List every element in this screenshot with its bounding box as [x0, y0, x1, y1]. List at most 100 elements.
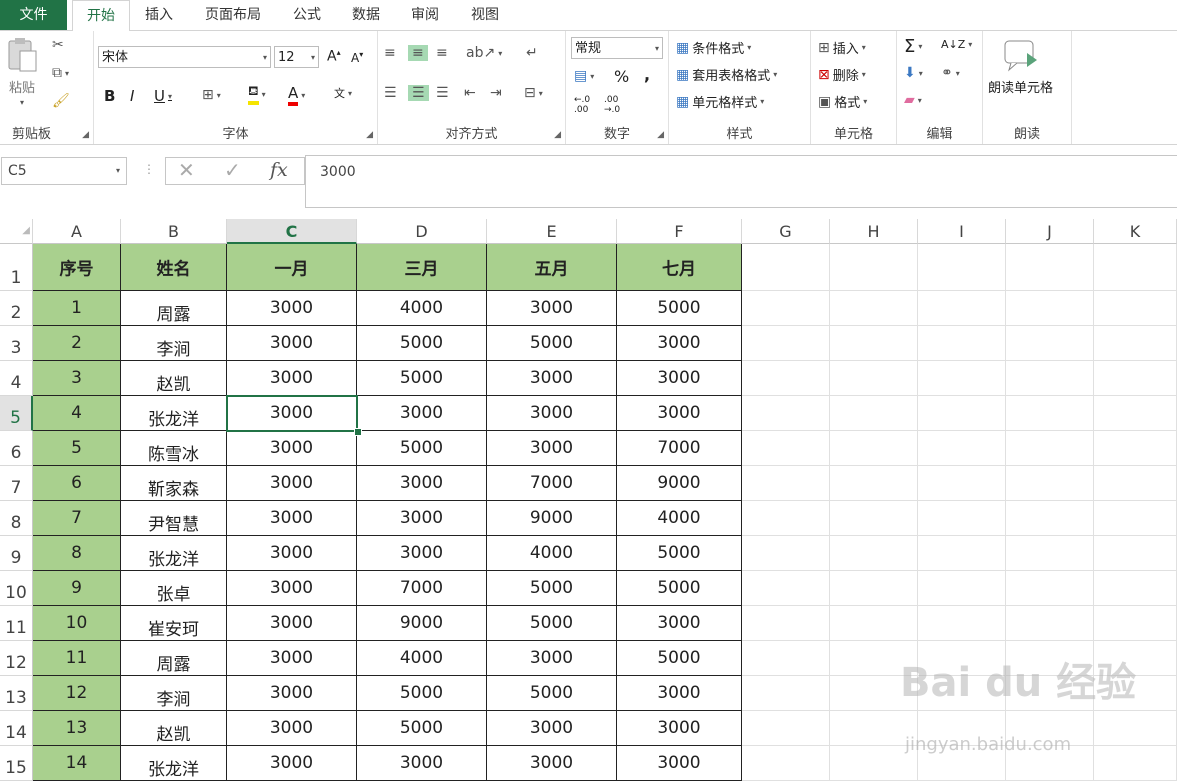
table-cell[interactable]: 3000 [227, 746, 357, 781]
align-middle-button[interactable]: ≡ [408, 45, 428, 61]
table-cell[interactable]: 5000 [357, 361, 487, 396]
table-cell[interactable]: 崔安珂 [121, 606, 227, 641]
empty-cell[interactable] [918, 361, 1006, 396]
number-format-select[interactable]: 常规 ▾ [571, 37, 663, 59]
launcher-icon[interactable]: ◢ [657, 130, 664, 140]
row-header-15[interactable]: 15 [0, 746, 33, 781]
row-header-12[interactable]: 12 [0, 641, 33, 676]
table-cell[interactable]: 13 [33, 711, 121, 746]
table-cell[interactable]: 5000 [487, 571, 617, 606]
empty-cell[interactable] [1094, 711, 1177, 746]
align-top-button[interactable]: ≡ [384, 45, 396, 61]
table-cell[interactable]: 3000 [227, 606, 357, 641]
enter-icon[interactable]: ✓ [224, 158, 241, 182]
table-cell[interactable]: 7000 [487, 466, 617, 501]
table-cell[interactable]: 4000 [357, 641, 487, 676]
table-cell[interactable]: 3000 [487, 396, 617, 431]
table-cell[interactable]: 张龙洋 [121, 746, 227, 781]
row-header-1[interactable]: 1 [0, 244, 33, 291]
table-cell[interactable]: 李涧 [121, 326, 227, 361]
align-center-button[interactable]: ☰ [408, 85, 429, 101]
row-header-3[interactable]: 3 [0, 326, 33, 361]
table-cell[interactable]: 3000 [357, 536, 487, 571]
cell-styles-button[interactable]: ▦ 单元格样式 ▾ [676, 92, 764, 112]
table-cell[interactable]: 12 [33, 676, 121, 711]
table-cell[interactable]: 张龙洋 [121, 536, 227, 571]
table-cell[interactable]: 4000 [617, 501, 742, 536]
table-cell[interactable]: 3000 [227, 536, 357, 571]
table-cell[interactable]: 9000 [487, 501, 617, 536]
empty-cell[interactable] [1006, 361, 1094, 396]
table-cell[interactable]: 9000 [617, 466, 742, 501]
table-header-cell[interactable]: 序号 [33, 244, 121, 291]
table-cell[interactable]: 6 [33, 466, 121, 501]
empty-cell[interactable] [1006, 501, 1094, 536]
column-header-e[interactable]: E [487, 219, 617, 244]
empty-cell[interactable] [742, 676, 830, 711]
table-header-cell[interactable]: 三月 [357, 244, 487, 291]
row-header-5[interactable]: 5 [0, 396, 33, 431]
table-cell[interactable]: 10 [33, 606, 121, 641]
empty-cell[interactable] [918, 396, 1006, 431]
empty-cell[interactable] [742, 711, 830, 746]
table-cell[interactable]: 14 [33, 746, 121, 781]
table-cell[interactable]: 3000 [487, 291, 617, 326]
sort-filter-button[interactable]: A↓Z ▾ [941, 38, 972, 51]
empty-cell[interactable] [918, 466, 1006, 501]
table-cell[interactable]: 3000 [487, 711, 617, 746]
wrap-text-button[interactable]: ↵ [526, 45, 538, 61]
delete-cells-button[interactable]: ⊠ 删除 ▾ [818, 65, 866, 85]
empty-cell[interactable] [918, 571, 1006, 606]
table-cell[interactable]: 李涧 [121, 676, 227, 711]
launcher-icon[interactable]: ◢ [554, 130, 561, 140]
empty-cell[interactable] [1094, 536, 1177, 571]
column-header-f[interactable]: F [617, 219, 742, 244]
empty-cell[interactable] [1006, 466, 1094, 501]
tab-formulas[interactable]: 公式 [283, 0, 331, 30]
row-header-11[interactable]: 11 [0, 606, 33, 641]
select-all-corner[interactable]: ◢ [0, 219, 33, 244]
empty-cell[interactable] [1094, 361, 1177, 396]
row-header-14[interactable]: 14 [0, 711, 33, 746]
empty-cell[interactable] [1094, 431, 1177, 466]
font-name-select[interactable]: 宋体 ▾ [98, 46, 271, 68]
table-cell[interactable]: 5 [33, 431, 121, 466]
table-cell[interactable]: 赵凯 [121, 361, 227, 396]
table-cell[interactable]: 5000 [487, 606, 617, 641]
splitter-dots-icon[interactable]: ⋮ [143, 162, 155, 176]
tab-home[interactable]: 开始 [72, 0, 130, 32]
cancel-icon[interactable]: ✕ [178, 158, 195, 182]
table-cell[interactable]: 尹智慧 [121, 501, 227, 536]
empty-cell[interactable] [1094, 244, 1177, 291]
empty-cell[interactable] [1094, 291, 1177, 326]
increase-decimal-button[interactable]: ←.0.00 [574, 95, 590, 115]
tab-page-layout[interactable]: 页面布局 [196, 0, 270, 30]
empty-cell[interactable] [742, 431, 830, 466]
column-header-b[interactable]: B [121, 219, 227, 244]
table-header-cell[interactable]: 一月 [227, 244, 357, 291]
borders-button[interactable]: ⊞ ▾ [202, 87, 221, 103]
empty-cell[interactable] [742, 244, 830, 291]
merge-center-button[interactable]: ⊟ ▾ [524, 85, 543, 101]
empty-cell[interactable] [830, 244, 918, 291]
empty-cell[interactable] [1094, 466, 1177, 501]
row-header-7[interactable]: 7 [0, 466, 33, 501]
table-cell[interactable]: 3000 [227, 466, 357, 501]
align-left-button[interactable]: ☰ [384, 85, 397, 101]
table-cell[interactable]: 1 [33, 291, 121, 326]
row-header-10[interactable]: 10 [0, 571, 33, 606]
tab-data[interactable]: 数据 [341, 0, 391, 30]
empty-cell[interactable] [742, 291, 830, 326]
table-cell[interactable]: 7000 [617, 431, 742, 466]
comma-button[interactable]: , [644, 65, 650, 84]
copy-button[interactable]: ⧉ ▾ [52, 65, 69, 81]
column-header-i[interactable]: I [918, 219, 1006, 244]
table-cell[interactable]: 9 [33, 571, 121, 606]
column-header-c[interactable]: C [227, 219, 357, 244]
empty-cell[interactable] [830, 361, 918, 396]
underline-button[interactable]: U ▾ [154, 87, 172, 105]
table-header-cell[interactable]: 五月 [487, 244, 617, 291]
autosum-button[interactable]: Σ ▾ [904, 36, 922, 57]
format-as-table-button[interactable]: ▦ 套用表格格式 ▾ [676, 65, 777, 85]
increase-font-button[interactable]: A▴ [327, 48, 341, 65]
